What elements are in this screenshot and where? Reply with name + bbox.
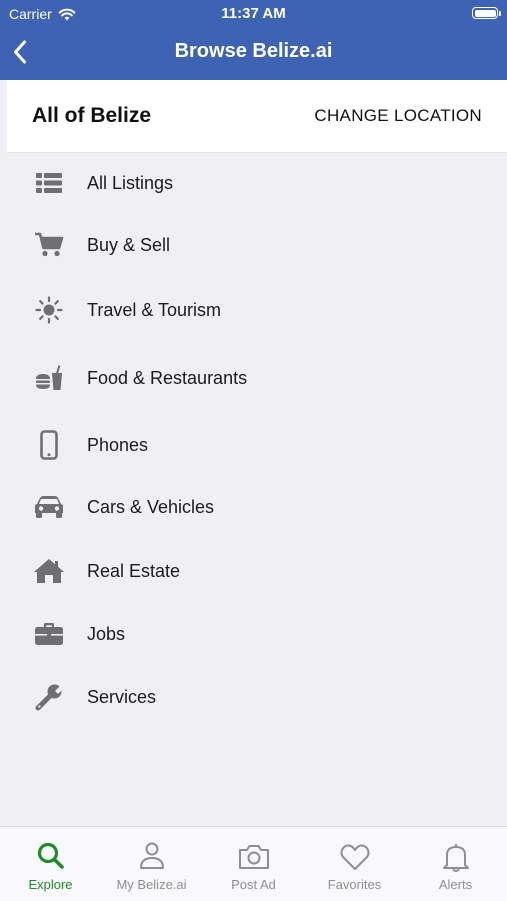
tab-favorites[interactable]: Favorites [304, 827, 405, 901]
category-label: Phones [87, 435, 149, 455]
nav-bar: Browse Belize.ai [0, 28, 507, 80]
category-label: Real Estate [87, 561, 181, 581]
category-label: Cars & Vehicles [87, 497, 215, 517]
change-location-button[interactable]: CHANGE LOCATION [314, 106, 482, 126]
phone-icon [32, 429, 66, 461]
category-services[interactable]: Services [0, 672, 507, 722]
page-title: Browse Belize.ai [174, 40, 333, 62]
car-icon [32, 491, 66, 523]
person-icon [101, 841, 202, 873]
tab-label: Post Ad [231, 877, 276, 892]
category-phones[interactable]: Phones [0, 420, 507, 470]
location-bar: All of Belize CHANGE LOCATION [7, 80, 507, 153]
camera-icon [203, 841, 304, 873]
heart-icon [304, 841, 405, 873]
category-all-listings[interactable]: All Listings [0, 158, 507, 208]
tab-explore[interactable]: Explore [0, 827, 101, 901]
header: Carrier 11:37 AM Browse Belize.ai [0, 0, 507, 80]
cart-icon [32, 229, 66, 261]
current-location: All of Belize [32, 104, 152, 127]
category-label: Services [87, 687, 157, 707]
category-real-estate[interactable]: Real Estate [0, 546, 507, 596]
tab-bar: Explore My Belize.ai Post Ad Favorites A… [0, 826, 507, 901]
category-cars-vehicles[interactable]: Cars & Vehicles [0, 482, 507, 532]
search-icon [0, 841, 101, 873]
tab-label: Explore [28, 877, 73, 892]
tab-label: Alerts [438, 877, 473, 892]
status-bar: Carrier 11:37 AM [0, 0, 507, 28]
category-jobs[interactable]: Jobs [0, 609, 507, 659]
wrench-icon [32, 681, 66, 713]
category-travel-tourism[interactable]: Travel & Tourism [0, 285, 507, 335]
tab-my-belize[interactable]: My Belize.ai [101, 827, 202, 901]
category-label: Buy & Sell [87, 235, 171, 255]
category-label: Food & Restaurants [87, 368, 248, 388]
list-icon [32, 167, 66, 199]
tab-label: My Belize.ai [116, 877, 187, 892]
status-time: 11:37 AM [221, 5, 286, 22]
category-buy-sell[interactable]: Buy & Sell [0, 220, 507, 270]
category-label: Jobs [87, 624, 126, 644]
house-icon [32, 555, 66, 587]
tab-post-ad[interactable]: Post Ad [203, 827, 304, 901]
category-label: Travel & Tourism [87, 300, 222, 320]
category-food-restaurants[interactable]: Food & Restaurants [0, 353, 507, 403]
tab-label: Favorites [327, 877, 382, 892]
briefcase-icon [32, 618, 66, 650]
bell-icon [405, 841, 506, 873]
category-label: All Listings [87, 173, 174, 193]
food-drink-icon [32, 362, 66, 394]
tab-alerts[interactable]: Alerts [405, 827, 506, 901]
battery-icon [472, 7, 501, 19]
sun-icon [32, 294, 66, 326]
